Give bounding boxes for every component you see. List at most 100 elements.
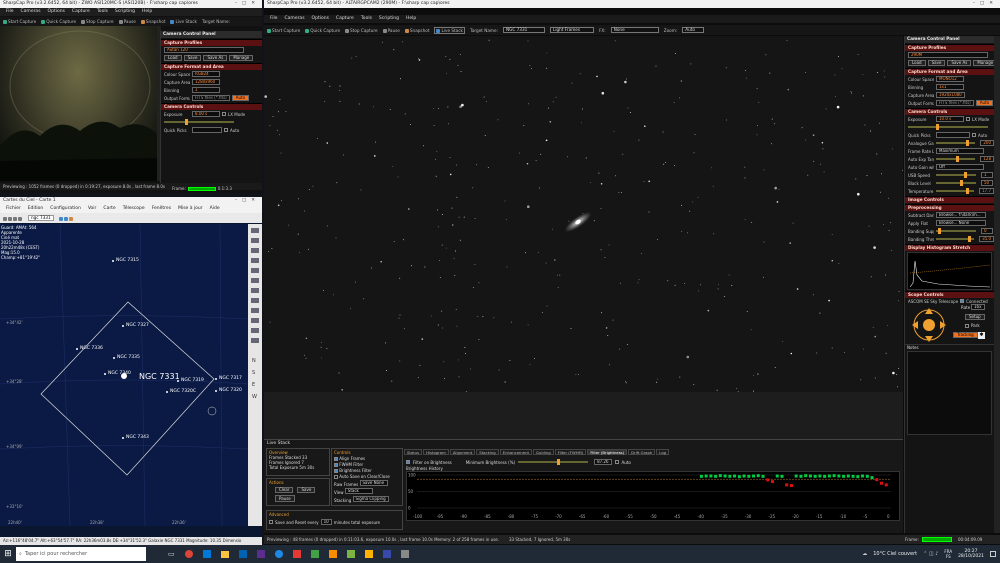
main-window-controls[interactable]: –□✕ <box>973 0 998 8</box>
quick-picks-select[interactable] <box>192 127 222 133</box>
object-marker[interactable] <box>76 348 78 350</box>
weather-text[interactable]: 10°C Ciel couvert <box>873 551 917 557</box>
cdc-menu-miseajour[interactable]: Mise à jour <box>178 205 203 213</box>
edge-icon[interactable] <box>202 550 211 558</box>
usb-speed-value[interactable]: 1 <box>981 172 993 178</box>
cdc-titlebar[interactable]: Cartes du Ciel - Carte 1 –□✕ <box>0 197 262 205</box>
tab-log[interactable]: Log <box>656 449 670 455</box>
menu-file[interactable]: File <box>6 8 14 16</box>
start-capture-button[interactable]: Start Capture <box>3 19 36 24</box>
tracking-button[interactable]: Tracking <box>953 332 978 338</box>
right-panel-scrollbar[interactable] <box>994 36 1000 533</box>
notes-area[interactable] <box>907 351 992 435</box>
right-controls-section[interactable]: Camera Controls <box>905 108 994 115</box>
temperature-slider[interactable] <box>936 188 975 194</box>
app-icon-2[interactable] <box>274 550 283 558</box>
gain-slider[interactable] <box>936 140 976 146</box>
live-image-view[interactable] <box>264 36 903 392</box>
main-titlebar[interactable]: SharpCap Pro (v3.2.6452, 64 bit) - ALTAI… <box>264 0 1000 8</box>
target-name-input[interactable]: NGC 7331 <box>503 27 546 33</box>
min-brightness-thumb[interactable] <box>556 459 560 465</box>
auto-brightness-checkbox[interactable] <box>614 460 619 464</box>
app-icon-5[interactable] <box>328 550 337 558</box>
right-saveas-button[interactable]: Save As <box>947 60 972 66</box>
frame-rate-select[interactable]: Maximum <box>936 148 984 154</box>
object-label[interactable]: NGC 7315 <box>116 258 139 263</box>
cdc-menu-configuration[interactable]: Configuration <box>50 205 81 213</box>
min-brightness-slider[interactable] <box>518 459 589 465</box>
main-menu-file[interactable]: File <box>270 15 278 23</box>
main-quick-capture-button[interactable]: Quick Capture <box>305 28 340 33</box>
raw-frames-select[interactable]: Save None <box>359 480 388 486</box>
tray-icons[interactable]: ⌃ ◫ ♪ <box>923 551 938 557</box>
small-window-titlebar[interactable]: SharpCap Pro (v3.2.6452, 64 bit) - ZWO A… <box>0 0 262 8</box>
exposure-slider-thumb[interactable] <box>185 119 188 125</box>
park-checkbox[interactable] <box>965 324 969 328</box>
save-reset-minutes[interactable]: 10 <box>320 519 332 525</box>
lx-checkbox[interactable] <box>222 112 226 116</box>
cdc-menu-voir[interactable]: Voir <box>88 205 97 213</box>
main-menu-cameras[interactable]: Cameras <box>285 15 305 23</box>
small-profiles-section[interactable]: Capture Profiles <box>161 39 262 46</box>
exposure-field[interactable]: 8.00 s <box>192 111 220 117</box>
main-menu-tools[interactable]: Tools <box>361 15 372 23</box>
task-view-icon[interactable]: ▭ <box>168 550 175 558</box>
tab-histogram[interactable]: Histogram <box>423 449 449 455</box>
right-auto-checkbox[interactable] <box>972 133 976 137</box>
right-format-section[interactable]: Capture Format and Area <box>905 68 994 75</box>
auto-exp-slider[interactable] <box>936 156 976 162</box>
banding-supp-value[interactable]: 0 <box>981 228 993 234</box>
store-icon[interactable] <box>238 550 247 558</box>
cdc-menu-carte[interactable]: Carte <box>103 205 115 213</box>
apply-flat-select[interactable]: Browse... None <box>936 220 986 226</box>
right-binning-select[interactable]: 1x1 <box>936 84 964 90</box>
object-marker[interactable] <box>122 437 124 439</box>
object-marker[interactable] <box>113 357 115 359</box>
banding-thresh-slider[interactable] <box>936 236 975 242</box>
save-stack-button[interactable]: Save <box>297 487 316 493</box>
cdc-tool-icons-2[interactable] <box>58 216 74 221</box>
main-start-capture-button[interactable]: Start Capture <box>267 28 300 33</box>
auto-exp-thumb[interactable] <box>955 156 959 162</box>
object-marker[interactable] <box>166 391 168 393</box>
menu-scripting[interactable]: Scripting <box>115 8 135 16</box>
object-marker[interactable] <box>122 325 124 327</box>
object-label[interactable]: NGC 7340 <box>108 371 131 376</box>
connected-checkbox[interactable] <box>960 299 965 303</box>
auto-gain-select[interactable]: Off <box>936 164 984 170</box>
tab-filter-brightness[interactable]: Filter (Brightness) <box>587 449 628 455</box>
folder-icon[interactable] <box>220 550 229 558</box>
right-lx-checkbox[interactable] <box>966 117 970 121</box>
taskbar-search[interactable]: ⌕ Taper ici pour rechercher <box>16 547 146 561</box>
banding-thresh-thumb[interactable] <box>968 236 972 242</box>
binning-select[interactable]: 1 <box>192 87 220 93</box>
right-load-button[interactable]: Load <box>908 60 926 66</box>
object-marker[interactable] <box>104 373 106 375</box>
banding-thresh-value[interactable]: 35.0 <box>979 236 994 242</box>
usb-speed-thumb[interactable] <box>964 172 967 178</box>
black-level-thumb[interactable] <box>960 180 963 186</box>
tab-drift-graph[interactable]: Drift Graph <box>628 449 656 455</box>
allsky-preview[interactable] <box>0 26 157 181</box>
small-auto-checkbox[interactable] <box>224 128 228 132</box>
right-exposure-thumb[interactable] <box>936 124 939 130</box>
capture-area-select[interactable]: 1280x960 <box>192 79 220 85</box>
zoom-select[interactable]: Auto <box>682 27 705 33</box>
main-menu-options[interactable]: Options <box>312 15 329 23</box>
tab-status[interactable]: Status <box>404 449 423 455</box>
gain-value[interactable]: 200 <box>980 140 994 146</box>
small-manage-button[interactable]: Manage <box>229 55 254 61</box>
preprocessing-section[interactable]: Preprocessing <box>905 204 994 211</box>
menu-capture[interactable]: Capture <box>72 8 90 16</box>
object-marker[interactable] <box>215 378 217 380</box>
min-brightness-value[interactable]: 87.26 <box>594 459 612 465</box>
right-auto-button[interactable]: Auto <box>975 100 994 106</box>
main-pause-button[interactable]: Pause <box>382 28 400 33</box>
banding-supp-thumb[interactable] <box>938 228 941 234</box>
filter-brightness-checkbox[interactable] <box>406 460 410 464</box>
menu-tools[interactable]: Tools <box>97 8 108 16</box>
object-label[interactable]: NGC 7320 <box>219 388 242 393</box>
quick-capture-button[interactable]: Quick Capture <box>41 19 76 24</box>
gain-thumb[interactable] <box>965 140 969 146</box>
small-save-button[interactable]: Save <box>183 55 202 61</box>
